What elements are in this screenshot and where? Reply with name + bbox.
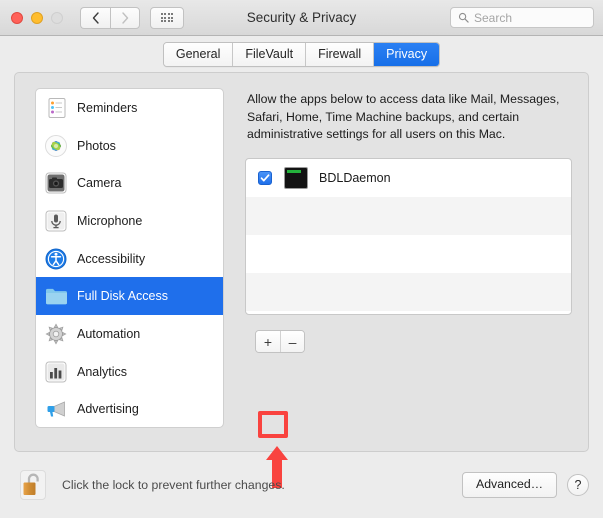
footer-button-group: Advanced… ? [462, 472, 589, 498]
camera-icon [44, 171, 68, 195]
gear-icon [44, 322, 68, 346]
table-row[interactable] [246, 235, 571, 273]
grid-icon [160, 13, 174, 22]
advanced-button[interactable]: Advanced… [462, 472, 557, 498]
tab-group: General FileVault Firewall Privacy [162, 41, 441, 67]
traffic-light-group [11, 11, 63, 24]
search-icon [458, 12, 469, 23]
tab-general[interactable]: General [163, 42, 234, 66]
sidebar-item-advertising[interactable]: Advertising [36, 391, 223, 428]
chevron-right-icon [121, 11, 128, 24]
show-all-preferences-button[interactable] [150, 6, 184, 29]
remove-button[interactable]: – [280, 331, 304, 352]
search-field[interactable] [450, 7, 594, 28]
minimize-window-button[interactable] [31, 11, 43, 24]
privacy-content-panel: Reminders Photos Camera Microphone Acces… [14, 72, 589, 488]
sidebar-item-label: Advertising [77, 402, 139, 417]
security-privacy-window: Security & Privacy General FileVault Fir… [0, 0, 603, 518]
add-button[interactable]: + [256, 331, 280, 352]
sidebar-item-full-disk-access[interactable]: Full Disk Access [36, 277, 223, 316]
sidebar-item-label: Automation [77, 326, 141, 341]
sidebar-item-label: Analytics [77, 364, 128, 379]
privacy-category-list[interactable]: Reminders Photos Camera Microphone Acces… [35, 88, 224, 428]
zoom-window-button [51, 11, 63, 24]
window-footer: Click the lock to prevent further change… [0, 452, 603, 518]
sidebar-item-camera[interactable]: Camera [36, 164, 223, 202]
tab-privacy[interactable]: Privacy [374, 42, 440, 66]
sidebar-item-analytics[interactable]: Analytics [36, 353, 223, 391]
folder-icon [44, 284, 68, 308]
reminders-icon [44, 96, 68, 120]
accessibility-icon [44, 247, 68, 271]
app-name: BDLDaemon [319, 171, 391, 185]
close-window-button[interactable] [11, 11, 23, 24]
sidebar-item-automation[interactable]: Automation [36, 315, 223, 353]
table-row[interactable] [246, 197, 571, 235]
photos-icon [44, 134, 68, 158]
sidebar-item-label: Full Disk Access [77, 289, 168, 304]
sidebar-item-accessibility[interactable]: Accessibility [36, 240, 223, 278]
chevron-left-icon [92, 11, 99, 24]
forward-button [110, 6, 140, 29]
sidebar-item-label: Photos [77, 138, 116, 153]
tab-firewall[interactable]: Firewall [306, 42, 375, 66]
checkmark-icon [260, 174, 270, 182]
back-button[interactable] [80, 6, 110, 29]
navigation-buttons [80, 6, 140, 29]
terminal-icon [284, 167, 308, 189]
unlocked-padlock-icon[interactable] [17, 469, 49, 502]
allowed-apps-list[interactable]: BDLDaemon [245, 158, 572, 315]
tab-filevault[interactable]: FileVault [233, 42, 307, 66]
sidebar-item-reminders[interactable]: Reminders [36, 89, 223, 127]
sidebar-item-label: Camera [77, 176, 122, 191]
table-row[interactable]: BDLDaemon [246, 159, 571, 197]
tab-bar: General FileVault Firewall Privacy [0, 36, 603, 72]
analytics-icon [44, 360, 68, 384]
sidebar-item-microphone[interactable]: Microphone [36, 202, 223, 240]
table-row[interactable] [246, 273, 571, 311]
add-remove-button-group: + – [255, 330, 305, 353]
sidebar-item-photos[interactable]: Photos [36, 127, 223, 165]
microphone-icon [44, 209, 68, 233]
lock-status-text: Click the lock to prevent further change… [62, 478, 285, 492]
privacy-description: Allow the apps below to access data like… [247, 92, 560, 141]
sidebar-item-label: Accessibility [77, 251, 146, 266]
megaphone-icon [44, 397, 68, 421]
privacy-detail-pane: Allow the apps below to access data like… [243, 88, 574, 436]
help-button[interactable]: ? [567, 474, 589, 496]
sidebar-item-label: Microphone [77, 213, 143, 228]
window-titlebar: Security & Privacy [0, 0, 603, 36]
search-input[interactable] [474, 10, 584, 25]
app-enabled-checkbox[interactable] [258, 171, 272, 185]
sidebar-item-label: Reminders [77, 100, 138, 115]
